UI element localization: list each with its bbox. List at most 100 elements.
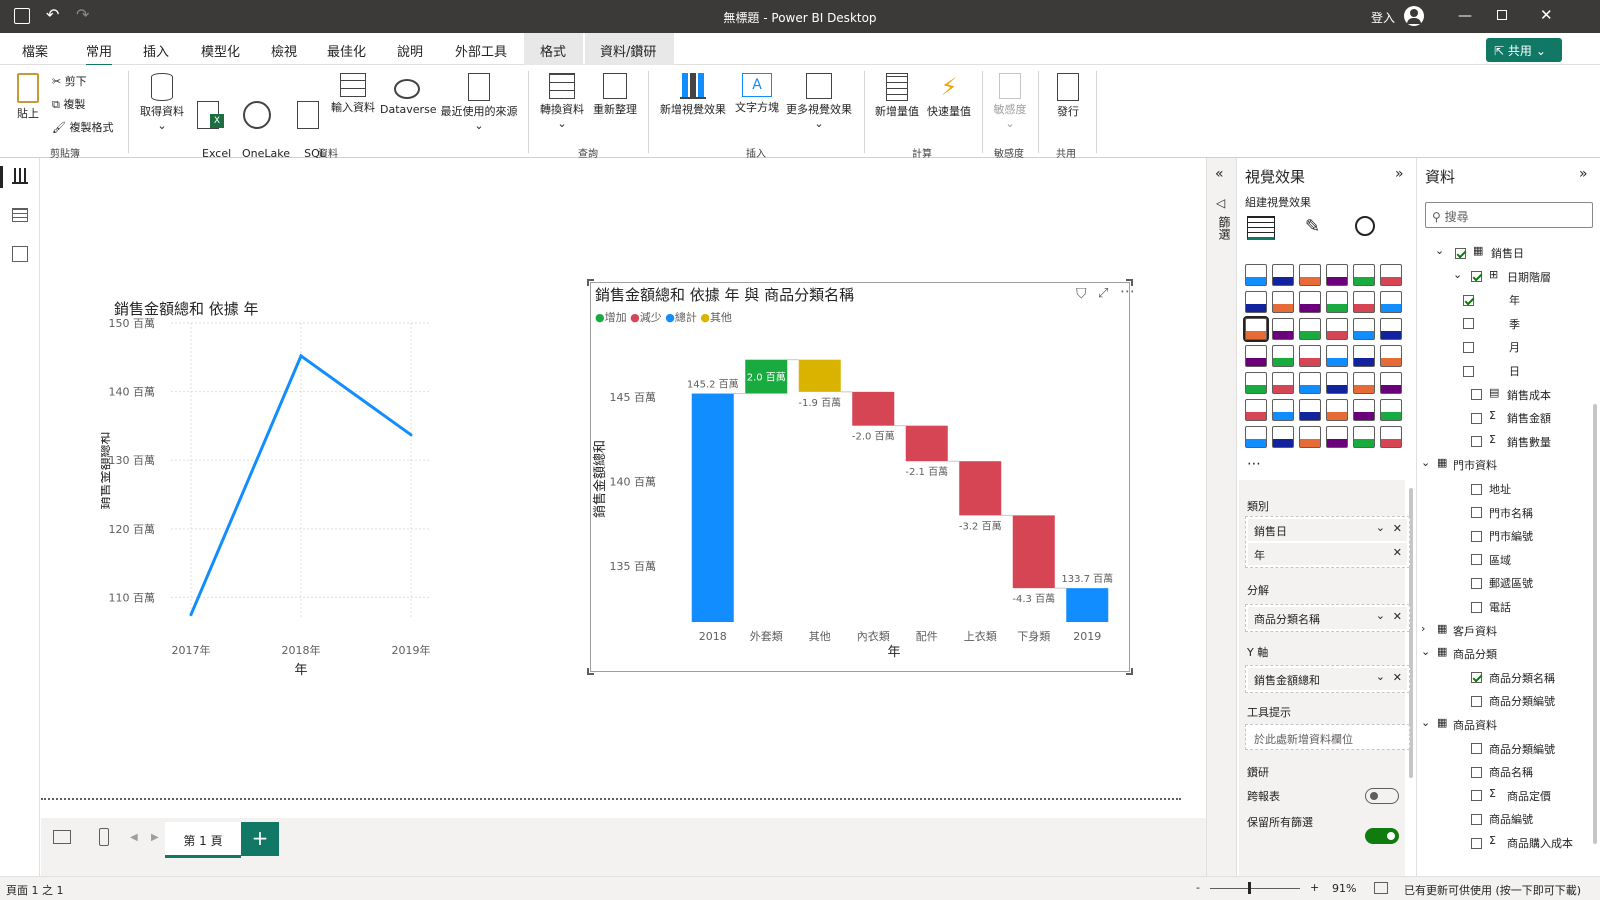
line-chart[interactable]: 150 百萬 140 百萬 130 百萬 120 百萬 110 百萬 2017年 2018年… (101, 318, 501, 698)
field-list-item[interactable]: 門市編號 (1417, 526, 1593, 546)
well-category[interactable]: 銷售日 ⌄ ✕ 年 ✕ (1245, 516, 1410, 568)
visual-type-icon[interactable] (1299, 291, 1321, 313)
get-data-button[interactable]: 取得資料 ⌄ (136, 73, 188, 133)
search-input[interactable]: ⚲ 搜尋 (1425, 202, 1593, 228)
restore-icon[interactable] (1497, 10, 1507, 20)
field-chip[interactable]: 商品分類名稱 ⌄ ✕ (1248, 607, 1407, 629)
legend-item[interactable]: ●增加 (595, 311, 627, 324)
field-list-item[interactable]: 年 (1417, 290, 1593, 310)
remove-icon[interactable]: ✕ (1393, 671, 1402, 684)
field-checkbox[interactable] (1471, 601, 1482, 613)
remove-icon[interactable]: ✕ (1393, 610, 1402, 623)
visual-type-icon[interactable] (1272, 372, 1294, 394)
visual-type-icon[interactable] (1326, 264, 1348, 286)
refresh-button[interactable]: 重新整理 (590, 73, 640, 117)
field-list-item[interactable]: ⌄ ⊞ 日期階層 (1417, 267, 1593, 287)
tab-page-1[interactable]: 第 1 頁 (165, 822, 241, 858)
field-chip[interactable]: 銷售金額總和 ⌄ ✕ (1248, 668, 1407, 690)
keep-filters-toggle[interactable] (1365, 828, 1399, 844)
field-list-item[interactable]: 地址 (1417, 479, 1593, 499)
transform-data-button[interactable]: 轉換資料 ⌄ (536, 73, 588, 131)
visual-type-icon[interactable] (1272, 264, 1294, 286)
field-list-item[interactable]: 郵遞區號 (1417, 573, 1593, 593)
field-checkbox[interactable] (1471, 436, 1482, 448)
visual-type-icon[interactable] (1353, 399, 1375, 421)
close-icon[interactable]: ✕ (1540, 6, 1553, 24)
cut-button[interactable]: ✂ 剪下 (52, 73, 87, 89)
chevron-down-icon[interactable]: ⌄ (1376, 521, 1385, 534)
field-checkbox[interactable] (1471, 554, 1482, 566)
visual-type-icon[interactable] (1272, 291, 1294, 313)
visual-type-icon[interactable] (1299, 318, 1321, 340)
well-breakdown[interactable]: 商品分類名稱 ⌄ ✕ (1245, 604, 1410, 632)
visual-type-icon[interactable] (1245, 264, 1267, 286)
recent-sources-button[interactable]: 最近使用的來源 ⌄ (436, 73, 522, 133)
focus-mode-icon[interactable]: ⤢ (1098, 286, 1108, 301)
visual-type-icon[interactable] (1299, 264, 1321, 286)
visual-type-icon[interactable] (1380, 291, 1402, 313)
format-painter-button[interactable]: 🖌 複製格式 (52, 119, 113, 135)
add-page-button[interactable]: + (241, 822, 279, 856)
field-list-item[interactable]: 區域 (1417, 550, 1593, 570)
chevrons-right-icon[interactable]: » (1395, 166, 1404, 182)
menu-insert[interactable]: 插入 (143, 41, 169, 60)
enter-data-button[interactable]: 輸入資料 (328, 73, 378, 115)
visual-type-icon[interactable] (1299, 426, 1321, 448)
avatar-icon[interactable] (1404, 6, 1424, 26)
well-tooltip[interactable]: 於此處新增資料欄位 (1245, 724, 1410, 750)
visual-type-icon[interactable] (1299, 372, 1321, 394)
zoom-slider[interactable] (1210, 888, 1300, 889)
field-chip[interactable]: 銷售日 ⌄ ✕ (1248, 519, 1407, 541)
field-checkbox[interactable] (1471, 507, 1482, 519)
next-page-icon[interactable]: ▶ (151, 832, 159, 843)
visual-type-icon[interactable] (1326, 318, 1348, 340)
zoom-in-button[interactable]: + (1310, 881, 1319, 894)
visual-type-icon[interactable] (1380, 426, 1402, 448)
field-checkbox[interactable] (1471, 530, 1482, 542)
field-list-item[interactable]: 商品分類編號 (1417, 739, 1593, 759)
dataverse-button[interactable]: Dataverse (380, 73, 437, 117)
menu-modeling[interactable]: 模型化 (201, 41, 240, 60)
format-visual-tab[interactable]: ✎ (1305, 216, 1320, 237)
menu-help[interactable]: 說明 (397, 41, 423, 60)
paste-button[interactable]: 貼上 (10, 73, 46, 121)
report-view-icon[interactable] (12, 168, 28, 184)
more-visuals-button[interactable]: 更多視覺效果 ⌄ (782, 73, 856, 131)
visual-type-icon[interactable] (1353, 318, 1375, 340)
prev-page-icon[interactable]: ◀ (130, 832, 138, 843)
menu-home[interactable]: 常用 (86, 41, 113, 66)
visual-type-icon[interactable] (1245, 291, 1267, 313)
field-checkbox[interactable] (1463, 294, 1474, 306)
field-checkbox[interactable] (1471, 672, 1482, 684)
visual-type-icon[interactable] (1353, 291, 1375, 313)
visual-type-icon[interactable] (1299, 399, 1321, 421)
new-visual-button[interactable]: 新增視覺效果 (656, 73, 730, 117)
chevrons-right-icon[interactable]: » (1579, 166, 1588, 182)
cross-report-toggle[interactable] (1365, 788, 1399, 804)
fit-page-icon[interactable] (1374, 882, 1388, 894)
field-checkbox[interactable] (1471, 389, 1482, 401)
visual-type-icon[interactable] (1380, 345, 1402, 367)
field-list-item[interactable]: ⌄ ▦ 銷售日 (1417, 243, 1593, 263)
zoom-out-button[interactable]: - (1196, 881, 1200, 894)
visual-type-icon[interactable] (1243, 316, 1269, 342)
table-view-icon[interactable] (12, 208, 28, 222)
new-measure-button[interactable]: 新增量值 (872, 73, 922, 119)
field-list-item[interactable]: 電話 (1417, 597, 1593, 617)
legend-item[interactable]: ●其他 (700, 311, 732, 324)
field-list-item[interactable]: ▤ 銷售成本 (1417, 385, 1593, 405)
field-checkbox[interactable] (1471, 271, 1482, 283)
chevron-right-icon[interactable]: › (1421, 622, 1425, 635)
scrollbar[interactable] (1593, 404, 1597, 844)
field-checkbox[interactable] (1471, 577, 1482, 589)
field-checkbox[interactable] (1471, 813, 1482, 825)
field-checkbox[interactable] (1463, 365, 1474, 377)
field-list-item[interactable]: 季 (1417, 314, 1593, 334)
model-view-icon[interactable] (12, 246, 28, 262)
well-y-axis[interactable]: 銷售金額總和 ⌄ ✕ (1245, 665, 1410, 693)
field-list-item[interactable]: ⌄ ▦ 商品分類 (1417, 644, 1593, 664)
field-list-item[interactable]: 商品分類編號 (1417, 691, 1593, 711)
field-checkbox[interactable] (1471, 790, 1482, 802)
signin-link[interactable]: 登入 (1371, 9, 1395, 26)
menu-file[interactable]: 檔案 (22, 41, 48, 60)
